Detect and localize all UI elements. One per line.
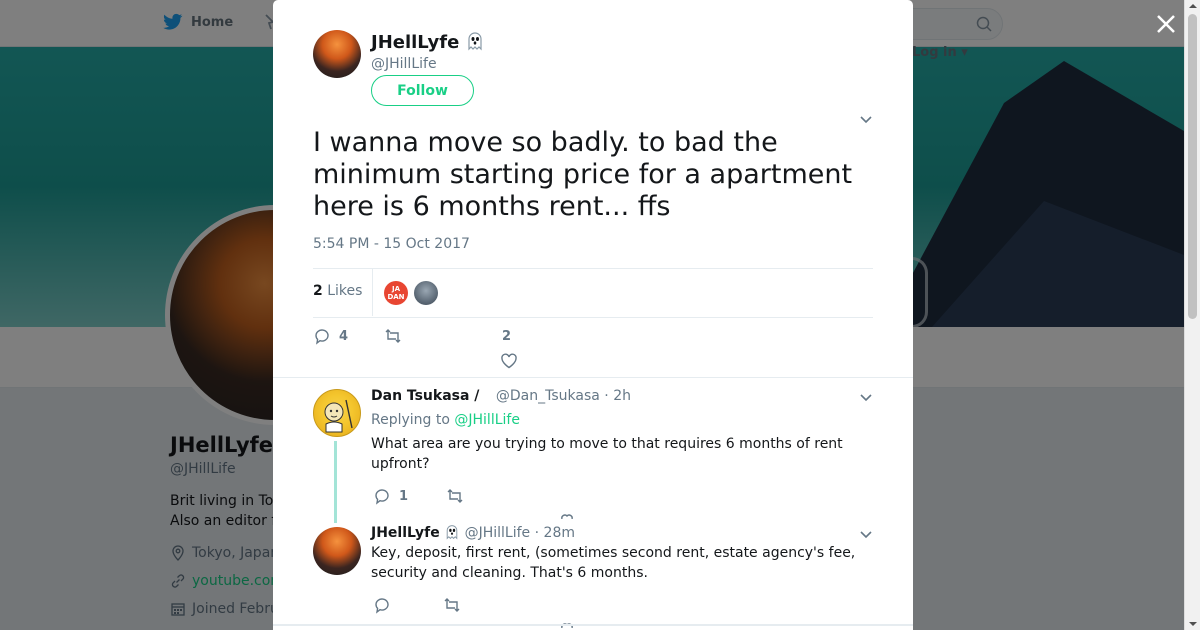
tweet-menu-button[interactable]: [859, 112, 873, 126]
reply-icon: [315, 329, 329, 345]
thread-connector-line: [334, 441, 337, 523]
ghost-emoji-icon: [468, 32, 482, 51]
retweet-button[interactable]: [384, 327, 402, 345]
reply-avatar[interactable]: [313, 389, 361, 437]
author-name-row[interactable]: JHellLyfe: [371, 31, 485, 53]
reply-author-handle[interactable]: @Dan_Tsukasa: [496, 388, 600, 404]
cartoon-avatar-icon: [324, 399, 353, 433]
reply-actions: 1: [373, 487, 464, 505]
likes-stat[interactable]: 2 Likes: [313, 283, 362, 299]
reply-count: 4: [339, 328, 349, 344]
scrollbar-thumb[interactable]: [1188, 14, 1197, 319]
liker-avatar[interactable]: JA DAN: [384, 281, 408, 305]
separator-dot: ·: [604, 388, 609, 404]
tweet-actions: 4: [313, 327, 402, 345]
reply-divider: [273, 624, 913, 626]
replying-to: Replying to @JHillLife: [371, 412, 520, 428]
reply-actions: [373, 596, 461, 614]
retweet-icon: [444, 598, 460, 612]
chevron-down-icon: [860, 116, 872, 124]
heart-icon[interactable]: [560, 513, 574, 519]
reply-button[interactable]: 1: [373, 487, 408, 505]
chevron-down-icon: [860, 531, 872, 539]
author-avatar[interactable]: [313, 30, 361, 78]
author-handle: @JHillLife: [371, 56, 437, 72]
tweet-stats: 2 Likes JA DAN: [313, 268, 873, 318]
reply-menu-button[interactable]: [859, 390, 873, 404]
likes-label: Likes: [327, 283, 363, 299]
chevron-down-icon: [860, 394, 872, 402]
likes-count: 2: [313, 283, 323, 299]
reply-avatar[interactable]: [313, 527, 361, 575]
tweet-timestamp[interactable]: 5:54 PM - 15 Oct 2017: [313, 236, 470, 252]
reply-menu-button[interactable]: [859, 527, 873, 541]
retweet-button[interactable]: [446, 487, 464, 505]
reply-header: Dan Tsukasa / @Dan_Tsukasa · 2h: [371, 388, 631, 404]
tweet-permalink-modal: JHellLyfe @JHillLife Follow I wanna move…: [273, 0, 913, 630]
reply-author-name[interactable]: JHellLyfe: [371, 525, 440, 541]
close-icon: [1157, 15, 1175, 33]
reply-count: 1: [399, 488, 409, 504]
follow-button[interactable]: Follow: [371, 75, 474, 106]
ghost-emoji-icon: [446, 525, 458, 540]
reply-header: JHellLyfe @JHillLife · 28m: [371, 524, 575, 541]
close-modal-button[interactable]: [1154, 12, 1178, 36]
page-scrollbar[interactable]: [1184, 0, 1200, 630]
tweet-divider: [273, 377, 913, 378]
reply-text: What area are you trying to move to that…: [371, 436, 843, 472]
reply-time[interactable]: 2h: [613, 388, 631, 404]
like-count: 2: [502, 329, 512, 344]
scroll-up-arrow-icon[interactable]: [1189, 2, 1197, 10]
tweet-text: I wanna move so badly. to bad the minimu…: [313, 127, 853, 222]
separator-dot: ·: [534, 525, 540, 541]
replying-to-link[interactable]: @JHillLife: [454, 412, 520, 428]
author-name: JHellLyfe: [371, 32, 460, 53]
liker-initials: JA DAN: [387, 285, 405, 301]
reply-author-name[interactable]: Dan Tsukasa /: [371, 388, 479, 404]
reply-button[interactable]: 4: [313, 327, 348, 345]
stats-divider: [372, 269, 373, 316]
reply-author-handle[interactable]: @JHillLife: [465, 525, 531, 541]
replying-to-prefix: Replying to: [371, 412, 450, 428]
reply-text: Key, deposit, first rent, (sometimes sec…: [371, 545, 856, 581]
liker-avatar[interactable]: [414, 281, 438, 305]
retweet-icon: [385, 329, 401, 343]
reply-time[interactable]: 28m: [544, 525, 575, 541]
scroll-down-arrow-icon[interactable]: [1189, 620, 1197, 628]
retweet-icon: [447, 489, 463, 503]
reply-icon: [375, 598, 389, 614]
reply-icon: [375, 489, 389, 505]
heart-icon[interactable]: [500, 352, 518, 370]
reply-button[interactable]: [373, 596, 391, 614]
retweet-button[interactable]: [443, 596, 461, 614]
